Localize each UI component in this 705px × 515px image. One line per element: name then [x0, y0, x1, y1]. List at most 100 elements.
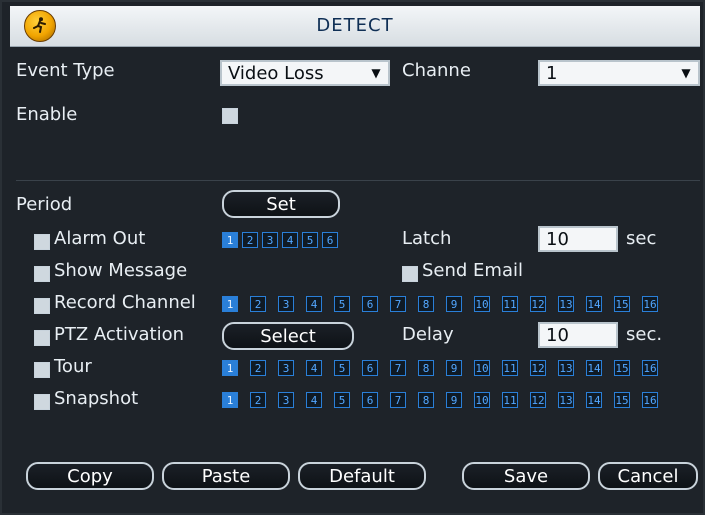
chevron-down-icon: ▼ — [371, 66, 381, 80]
tour-ch-9[interactable]: 9 — [446, 360, 462, 376]
delay-input[interactable]: 10 — [538, 322, 618, 348]
alarm-out-channel-row: 1 2 3 4 5 6 — [222, 232, 382, 250]
alarm-out-ch-6[interactable]: 6 — [322, 232, 338, 248]
delay-label: Delay — [402, 324, 454, 345]
snapshot-ch-2[interactable]: 2 — [250, 392, 266, 408]
snapshot-label: Snapshot — [54, 388, 139, 409]
latch-label: Latch — [402, 228, 452, 249]
snapshot-channel-row: 1 2 3 4 5 6 7 8 9 10 11 12 13 14 15 16 — [222, 392, 692, 410]
cancel-button[interactable]: Cancel — [598, 462, 698, 490]
record-ch-12[interactable]: 12 — [530, 296, 546, 312]
event-type-label: Event Type — [16, 60, 115, 81]
detect-window: DETECT Event Type Video Loss ▼ Channe 1 … — [0, 0, 705, 515]
latch-unit: sec — [626, 228, 657, 249]
enable-checkbox[interactable] — [222, 108, 238, 124]
snapshot-ch-8[interactable]: 8 — [418, 392, 434, 408]
tour-ch-7[interactable]: 7 — [390, 360, 406, 376]
tour-ch-15[interactable]: 15 — [614, 360, 630, 376]
alarm-out-checkbox[interactable] — [34, 234, 50, 250]
record-ch-15[interactable]: 15 — [614, 296, 630, 312]
show-message-label: Show Message — [54, 260, 188, 281]
channel-dropdown[interactable]: 1 ▼ — [538, 60, 700, 86]
tour-ch-2[interactable]: 2 — [250, 360, 266, 376]
record-ch-6[interactable]: 6 — [362, 296, 378, 312]
record-ch-1[interactable]: 1 — [222, 296, 238, 312]
detect-content: Event Type Video Loss ▼ Channe 1 ▼ Enabl… — [16, 52, 700, 512]
record-ch-4[interactable]: 4 — [306, 296, 322, 312]
record-ch-11[interactable]: 11 — [502, 296, 518, 312]
snapshot-ch-15[interactable]: 15 — [614, 392, 630, 408]
record-ch-7[interactable]: 7 — [390, 296, 406, 312]
record-ch-14[interactable]: 14 — [586, 296, 602, 312]
channel-label: Channe — [402, 60, 471, 81]
alarm-out-ch-3[interactable]: 3 — [262, 232, 278, 248]
record-ch-3[interactable]: 3 — [278, 296, 294, 312]
ptz-select-button[interactable]: Select — [222, 322, 354, 350]
paste-button[interactable]: Paste — [162, 462, 290, 490]
tour-ch-11[interactable]: 11 — [502, 360, 518, 376]
record-ch-13[interactable]: 13 — [558, 296, 574, 312]
alarm-out-ch-1[interactable]: 1 — [222, 232, 238, 248]
record-ch-16[interactable]: 16 — [642, 296, 658, 312]
record-channel-checkbox[interactable] — [34, 298, 50, 314]
channel-value: 1 — [546, 63, 558, 84]
tour-ch-4[interactable]: 4 — [306, 360, 322, 376]
snapshot-ch-5[interactable]: 5 — [334, 392, 350, 408]
tour-ch-5[interactable]: 5 — [334, 360, 350, 376]
latch-input[interactable]: 10 — [538, 226, 618, 252]
snapshot-ch-14[interactable]: 14 — [586, 392, 602, 408]
snapshot-ch-7[interactable]: 7 — [390, 392, 406, 408]
send-email-label: Send Email — [422, 260, 523, 281]
record-ch-10[interactable]: 10 — [474, 296, 490, 312]
snapshot-ch-6[interactable]: 6 — [362, 392, 378, 408]
snapshot-ch-1[interactable]: 1 — [222, 392, 238, 408]
tour-ch-13[interactable]: 13 — [558, 360, 574, 376]
divider — [16, 180, 700, 181]
ptz-activation-label: PTZ Activation — [54, 324, 185, 345]
save-button[interactable]: Save — [462, 462, 590, 490]
snapshot-ch-10[interactable]: 10 — [474, 392, 490, 408]
record-ch-5[interactable]: 5 — [334, 296, 350, 312]
snapshot-ch-11[interactable]: 11 — [502, 392, 518, 408]
ptz-activation-checkbox[interactable] — [34, 330, 50, 346]
snapshot-ch-4[interactable]: 4 — [306, 392, 322, 408]
tour-ch-6[interactable]: 6 — [362, 360, 378, 376]
event-type-value: Video Loss — [228, 63, 324, 84]
send-email-checkbox[interactable] — [402, 266, 418, 282]
tour-ch-1[interactable]: 1 — [222, 360, 238, 376]
period-label: Period — [16, 194, 73, 215]
tour-ch-12[interactable]: 12 — [530, 360, 546, 376]
period-set-button[interactable]: Set — [222, 190, 340, 218]
record-ch-9[interactable]: 9 — [446, 296, 462, 312]
tour-channel-row: 1 2 3 4 5 6 7 8 9 10 11 12 13 14 15 16 — [222, 360, 692, 378]
delay-value: 10 — [546, 325, 569, 346]
event-type-dropdown[interactable]: Video Loss ▼ — [220, 60, 390, 86]
record-ch-8[interactable]: 8 — [418, 296, 434, 312]
record-channel-label: Record Channel — [54, 292, 196, 313]
copy-button[interactable]: Copy — [26, 462, 154, 490]
snapshot-ch-9[interactable]: 9 — [446, 392, 462, 408]
latch-value: 10 — [546, 229, 569, 250]
default-button[interactable]: Default — [298, 462, 426, 490]
alarm-out-ch-5[interactable]: 5 — [302, 232, 318, 248]
snapshot-checkbox[interactable] — [34, 394, 50, 410]
snapshot-ch-3[interactable]: 3 — [278, 392, 294, 408]
show-message-checkbox[interactable] — [34, 266, 50, 282]
tour-ch-14[interactable]: 14 — [586, 360, 602, 376]
tour-checkbox[interactable] — [34, 362, 50, 378]
tour-ch-10[interactable]: 10 — [474, 360, 490, 376]
enable-label: Enable — [16, 104, 78, 125]
window-title: DETECT — [316, 15, 394, 36]
snapshot-ch-16[interactable]: 16 — [642, 392, 658, 408]
tour-label: Tour — [54, 356, 92, 377]
alarm-out-ch-4[interactable]: 4 — [282, 232, 298, 248]
tour-ch-16[interactable]: 16 — [642, 360, 658, 376]
tour-ch-3[interactable]: 3 — [278, 360, 294, 376]
alarm-out-ch-2[interactable]: 2 — [242, 232, 258, 248]
snapshot-ch-13[interactable]: 13 — [558, 392, 574, 408]
delay-unit: sec. — [626, 324, 663, 345]
tour-ch-8[interactable]: 8 — [418, 360, 434, 376]
chevron-down-icon: ▼ — [681, 66, 691, 80]
record-ch-2[interactable]: 2 — [250, 296, 266, 312]
snapshot-ch-12[interactable]: 12 — [530, 392, 546, 408]
